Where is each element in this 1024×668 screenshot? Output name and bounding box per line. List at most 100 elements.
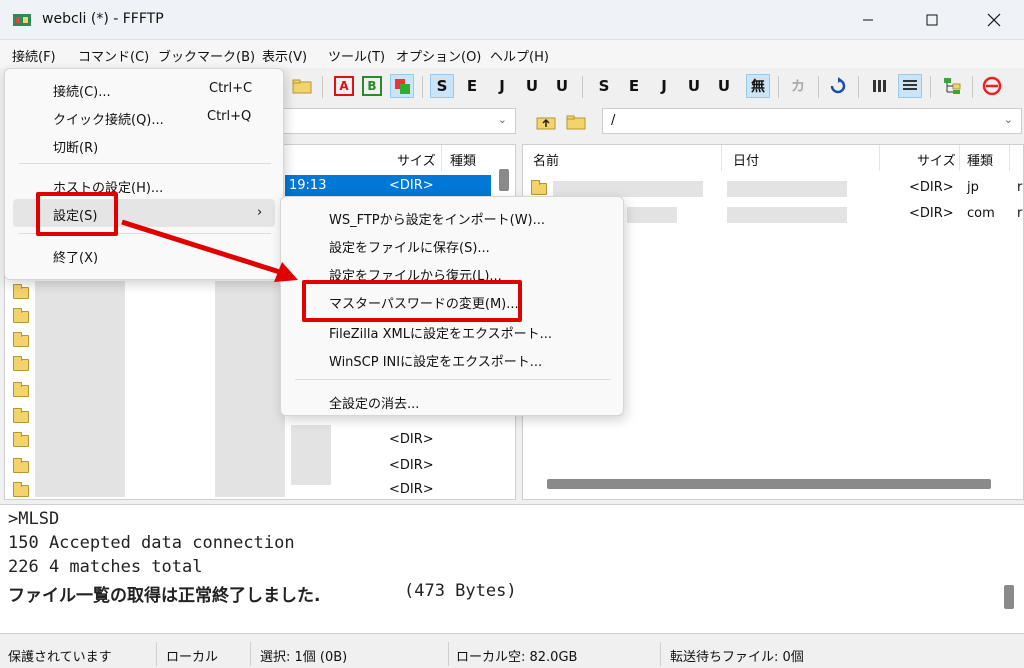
menu-item-quick-connect[interactable]: クイック接続(Q)... Ctrl+Q bbox=[13, 103, 275, 131]
folder-icon bbox=[13, 308, 29, 323]
blurred-file-date bbox=[727, 207, 847, 223]
menu-command[interactable]: コマンド(C) bbox=[78, 46, 149, 65]
minimize-button[interactable] bbox=[840, 0, 896, 40]
local-row-size: <DIR> bbox=[389, 178, 434, 193]
blurred-file-dates bbox=[215, 281, 285, 497]
table-row[interactable]: <DIR> bbox=[285, 455, 485, 479]
menu-item-label: FileZilla XMLに設定をエクスポート... bbox=[329, 327, 552, 342]
binary-mode-button[interactable]: B bbox=[362, 76, 382, 96]
local-row-size: <DIR> bbox=[389, 432, 434, 447]
highlight-master-password-frame bbox=[302, 280, 522, 322]
column-separator[interactable] bbox=[441, 145, 442, 171]
menu-item-label: WinSCP INIに設定をエクスポート... bbox=[329, 355, 543, 370]
host-kanji-euc-button[interactable]: E bbox=[460, 74, 484, 98]
column-separator[interactable] bbox=[1009, 145, 1010, 171]
menu-view[interactable]: 表示(V) bbox=[262, 46, 307, 65]
folder-icon bbox=[13, 284, 29, 299]
menu-help[interactable]: ヘルプ(H) bbox=[490, 46, 549, 65]
status-selection: 選択: 1個 (0B) bbox=[260, 650, 348, 665]
local-kanji-utf8-button[interactable]: U bbox=[682, 74, 706, 98]
ascii-mode-button[interactable]: A bbox=[334, 76, 354, 96]
table-row[interactable]: <DIR> bbox=[285, 479, 485, 499]
open-folder-icon bbox=[566, 115, 586, 130]
column-separator[interactable] bbox=[959, 145, 960, 171]
menu-item-clear-all-settings[interactable]: 全設定の消去... bbox=[289, 387, 615, 415]
menu-item-label: 終了(X) bbox=[53, 251, 99, 266]
chevron-down-icon[interactable]: ⌄ bbox=[1004, 113, 1013, 126]
refresh-button[interactable] bbox=[826, 74, 850, 98]
local-col-size[interactable]: サイズ bbox=[397, 145, 436, 171]
status-security: 保護されています bbox=[8, 650, 112, 665]
kana-conversion-button[interactable]: カ bbox=[786, 74, 810, 98]
local-col-type[interactable]: 種類 bbox=[450, 145, 476, 171]
remote-path-input[interactable]: / ⌄ bbox=[602, 108, 1022, 134]
log-scrollbar-thumb[interactable] bbox=[1004, 585, 1014, 609]
column-separator[interactable] bbox=[721, 145, 722, 171]
remote-col-date[interactable]: 日付 bbox=[733, 145, 759, 171]
table-row[interactable]: <DIR> bbox=[285, 429, 485, 453]
host-kanji-utf8bom-button[interactable]: U bbox=[550, 74, 574, 98]
menu-item-disconnect[interactable]: 切断(R) bbox=[13, 131, 275, 159]
host-kanji-utf8-button[interactable]: U bbox=[520, 74, 544, 98]
no-conversion-button[interactable]: 無 bbox=[746, 74, 770, 98]
menu-item-label: WS_FTPから設定をインポート(W)... bbox=[329, 213, 546, 228]
menu-options[interactable]: オプション(O) bbox=[396, 46, 481, 65]
local-kanji-sjis-button[interactable]: S bbox=[592, 74, 616, 98]
sync-tree-button[interactable] bbox=[940, 74, 964, 98]
local-scrollbar-thumb[interactable] bbox=[499, 169, 509, 191]
chevron-down-icon[interactable]: ⌄ bbox=[498, 113, 507, 126]
folder-icon bbox=[13, 332, 29, 347]
menu-item-label: 設定をファイルに保存(S)... bbox=[329, 241, 490, 256]
menu-separator bbox=[295, 379, 611, 380]
blurred-file-name bbox=[627, 207, 677, 223]
menu-connect[interactable]: 接続(F) bbox=[12, 46, 56, 65]
log-line: (473 Bytes) bbox=[404, 581, 517, 601]
local-path-input[interactable]: ⌄ bbox=[282, 108, 516, 134]
maximize-icon bbox=[926, 14, 938, 26]
blurred-file-date bbox=[727, 181, 847, 197]
detail-view-button[interactable] bbox=[898, 74, 922, 98]
folder-icon bbox=[13, 356, 29, 371]
auto-mode-button[interactable] bbox=[390, 74, 414, 98]
refresh-icon bbox=[830, 77, 846, 94]
column-separator[interactable] bbox=[879, 145, 880, 171]
close-button[interactable] bbox=[966, 0, 1022, 40]
remote-scrollbar-thumb[interactable] bbox=[547, 479, 991, 489]
menu-item-save-settings[interactable]: 設定をファイルに保存(S)... bbox=[289, 231, 615, 259]
minimize-icon bbox=[863, 19, 873, 21]
host-kanji-sjis-button[interactable]: S bbox=[430, 74, 454, 98]
toolbar-separator bbox=[582, 76, 583, 98]
local-kanji-euc-button[interactable]: E bbox=[622, 74, 646, 98]
menu-item-exit[interactable]: 終了(X) bbox=[13, 241, 275, 269]
status-separator bbox=[448, 642, 449, 666]
maximize-button[interactable] bbox=[904, 0, 960, 40]
sync-tree-icon bbox=[944, 78, 961, 94]
remote-open-folder-button[interactable] bbox=[564, 110, 588, 134]
remote-col-type[interactable]: 種類 bbox=[967, 145, 993, 171]
list-view-button[interactable] bbox=[868, 74, 892, 98]
local-kanji-utf8bom-button[interactable]: U bbox=[712, 74, 736, 98]
menu-item-export-winscp[interactable]: WinSCP INIに設定をエクスポート... bbox=[289, 345, 615, 373]
log-panel[interactable]: >MLSD 150 Accepted data connection 226 4… bbox=[0, 504, 1024, 634]
menu-item-label: 全設定の消去... bbox=[329, 397, 420, 412]
remote-col-name[interactable]: 名前 bbox=[533, 145, 559, 171]
local-kanji-jis-button[interactable]: J bbox=[652, 74, 676, 98]
menu-item-shortcut: Ctrl+C bbox=[209, 81, 253, 96]
remote-up-folder-button[interactable] bbox=[534, 110, 558, 134]
open-folder-icon bbox=[292, 79, 312, 94]
stop-icon bbox=[982, 76, 1002, 96]
status-location: ローカル bbox=[166, 650, 219, 665]
remote-col-size[interactable]: サイズ bbox=[917, 145, 956, 171]
menu-item-connect[interactable]: 接続(C)... Ctrl+C bbox=[13, 75, 275, 103]
close-icon bbox=[987, 13, 1001, 27]
menu-bookmark[interactable]: ブックマーク(B) bbox=[158, 46, 255, 65]
up-folder-icon bbox=[536, 117, 556, 130]
window-title: webcli (*) - FFFTP bbox=[42, 11, 164, 27]
menu-item-import-wsftp[interactable]: WS_FTPから設定をインポート(W)... bbox=[289, 203, 615, 231]
host-kanji-jis-button[interactable]: J bbox=[490, 74, 514, 98]
open-folder-button[interactable] bbox=[290, 74, 314, 98]
log-line: ファイル一覧の取得は正常終了しました. bbox=[8, 586, 321, 606]
toolbar-separator bbox=[818, 76, 819, 98]
stop-button[interactable] bbox=[980, 74, 1004, 98]
menu-tools[interactable]: ツール(T) bbox=[328, 46, 385, 65]
